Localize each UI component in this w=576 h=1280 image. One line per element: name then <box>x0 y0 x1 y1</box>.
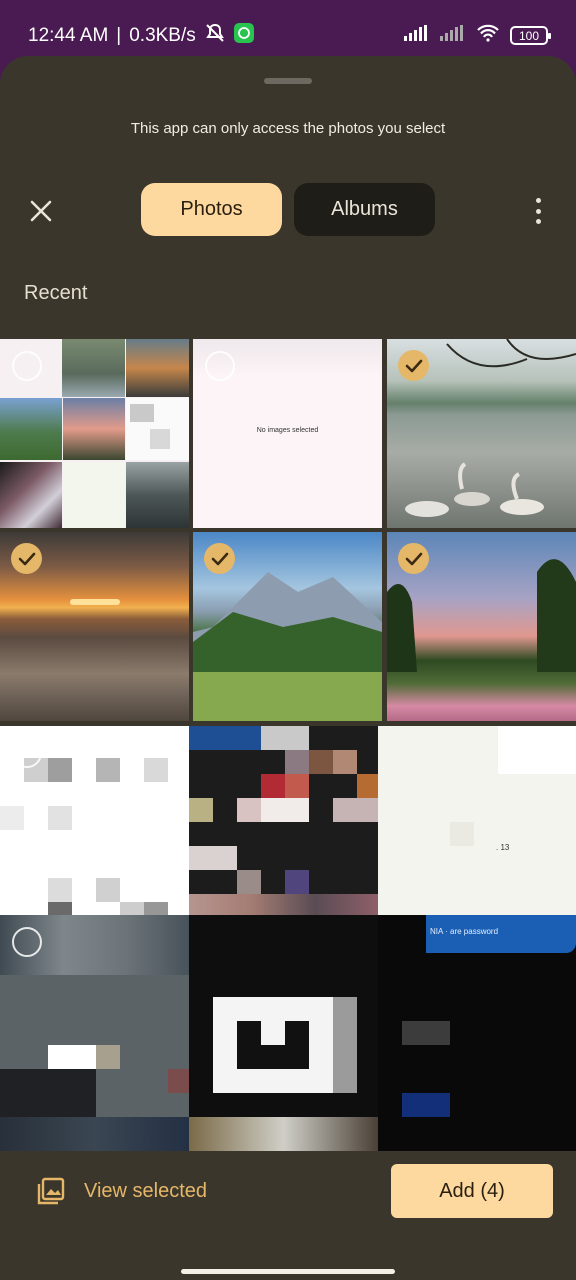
photo-tile[interactable] <box>193 532 382 721</box>
photo-tile[interactable] <box>387 339 576 528</box>
more-dot <box>535 198 541 203</box>
drag-handle[interactable] <box>264 78 312 84</box>
photo-tile[interactable] <box>0 339 189 528</box>
photo-tile[interactable]: . 13 <box>378 726 576 915</box>
photo-tile[interactable] <box>189 726 378 915</box>
signal-icon <box>404 25 430 46</box>
close-button[interactable] <box>24 194 58 228</box>
tab-albums[interactable]: Albums <box>294 183 435 236</box>
status-left: 12:44 AM | 0.3KB/s <box>28 23 254 49</box>
signal-icon-2 <box>440 25 466 46</box>
status-right: 100 <box>404 24 551 47</box>
status-speed: 0.3KB/s <box>129 25 196 46</box>
gallery-icon <box>37 1177 65 1205</box>
bottom-action-bar: View selected Add (4) <box>0 1151 576 1280</box>
home-indicator[interactable] <box>181 1269 395 1274</box>
select-circle[interactable] <box>205 351 235 381</box>
tile-caption: NIA · are password <box>430 927 499 936</box>
check-icon[interactable] <box>398 543 429 574</box>
photo-tile[interactable]: No images selected <box>193 339 382 528</box>
select-circle[interactable] <box>12 738 42 768</box>
add-button[interactable]: Add (4) <box>391 1164 553 1218</box>
wifi-icon <box>476 24 500 47</box>
photo-tile[interactable] <box>0 532 189 721</box>
view-selected-button[interactable]: View selected <box>36 1171 207 1211</box>
photo-picker-sheet: This app can only access the photos you … <box>0 56 576 1280</box>
photo-tile[interactable] <box>387 532 576 721</box>
tile-caption: . 13 <box>496 843 510 852</box>
tile-caption: No images selected <box>256 427 319 434</box>
check-icon[interactable] <box>398 350 429 381</box>
access-notice: This app can only access the photos you … <box>130 120 446 137</box>
mute-icon <box>204 23 226 49</box>
section-recent: Recent <box>24 282 88 304</box>
battery-icon: 100 <box>510 26 551 45</box>
more-dot <box>535 208 541 214</box>
more-dot <box>535 219 541 224</box>
more-options-button[interactable] <box>528 194 548 228</box>
check-icon[interactable] <box>204 543 235 574</box>
photo-tile[interactable] <box>0 726 189 915</box>
select-circle[interactable] <box>12 351 42 381</box>
status-time: 12:44 AM <box>28 25 109 46</box>
close-icon <box>30 200 52 222</box>
select-circle[interactable] <box>12 927 42 957</box>
whatsapp-icon <box>233 23 254 49</box>
view-selected-label: View selected <box>84 1179 208 1202</box>
check-icon[interactable] <box>11 543 42 574</box>
tab-photos[interactable]: Photos <box>141 183 282 236</box>
